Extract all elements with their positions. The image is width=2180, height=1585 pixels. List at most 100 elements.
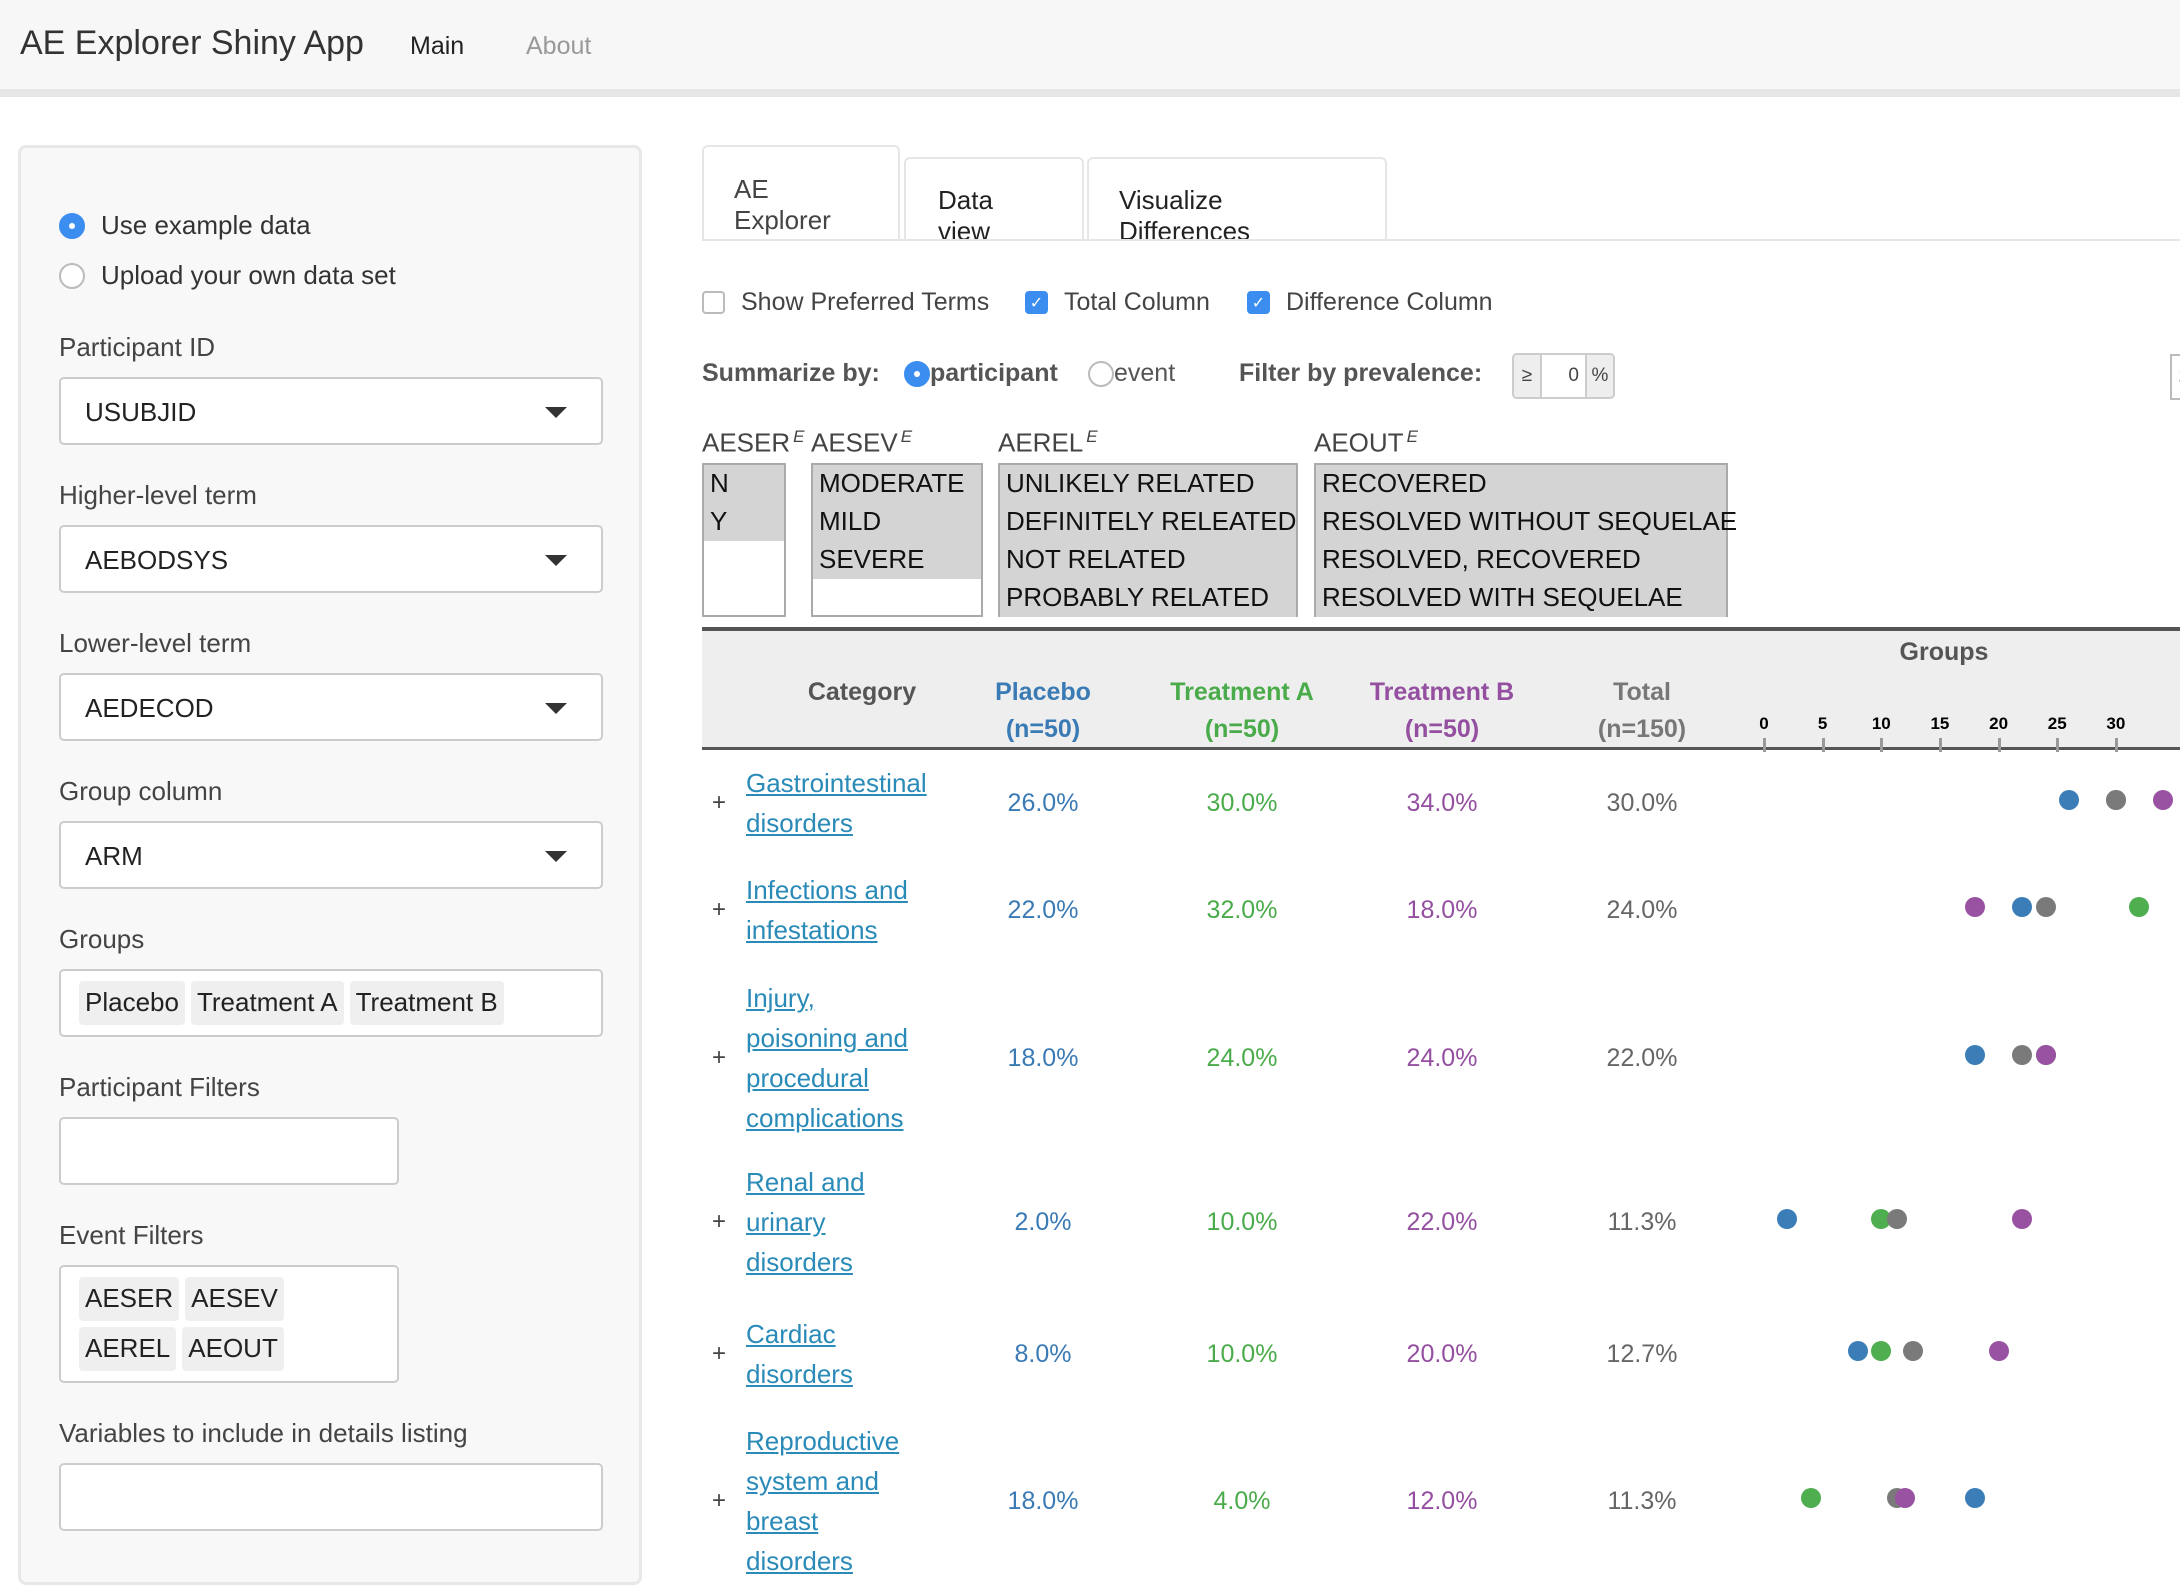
tab-ae-explorer[interactable]: AE Explorer bbox=[702, 145, 900, 241]
checkmark-icon[interactable]: ✓ bbox=[1247, 291, 1270, 314]
category-link[interactable]: Renal and urinary disorders bbox=[746, 1162, 865, 1282]
filter-option[interactable]: UNLIKELY RELATED bbox=[1000, 465, 1296, 503]
treatment-b-header[interactable]: Treatment B (n=50) bbox=[1362, 678, 1522, 744]
placebo-dot[interactable] bbox=[1965, 1045, 1986, 1065]
filter-option[interactable]: Y bbox=[704, 503, 784, 541]
radio-label: participant bbox=[930, 359, 1058, 387]
filter-option[interactable]: DEFINITELY RELEATED bbox=[1000, 503, 1296, 541]
filter-option[interactable]: RECOVERED bbox=[1316, 465, 1726, 503]
expand-row-icon[interactable]: + bbox=[712, 1487, 726, 1515]
placebo-dot[interactable] bbox=[1847, 1341, 1868, 1361]
treatment-b-dot[interactable] bbox=[2012, 1209, 2033, 1229]
prevalence-input[interactable]: 0 bbox=[1542, 355, 1585, 397]
treatment-a-dot[interactable] bbox=[2129, 897, 2150, 917]
filter-option[interactable]: PROBABLY RELATED bbox=[1000, 579, 1296, 617]
filter-option[interactable]: NOT RELATED bbox=[1000, 541, 1296, 579]
details-listing-input[interactable] bbox=[59, 1463, 603, 1531]
placebo-dot[interactable] bbox=[2012, 897, 2033, 917]
expand-row-icon[interactable]: + bbox=[712, 896, 726, 924]
radio-unselected-icon[interactable] bbox=[1088, 360, 1114, 387]
radio-selected-icon[interactable] bbox=[904, 360, 930, 387]
category-link[interactable]: Cardiac disorders bbox=[746, 1314, 853, 1394]
participant-id-select[interactable]: USUBJID bbox=[59, 377, 603, 445]
treatment-b-dot[interactable] bbox=[1965, 897, 1986, 917]
groups-multiselect[interactable]: Placebo Treatment A Treatment B bbox=[59, 969, 603, 1037]
aesev-filter-list[interactable]: MODERATE MILD SEVERE bbox=[811, 463, 983, 617]
total-header[interactable]: Total (n=150) bbox=[1562, 678, 1722, 744]
expand-row-icon[interactable]: + bbox=[712, 1044, 726, 1072]
table-header: Groups Category Placebo (n=50) Treatment … bbox=[702, 627, 2180, 752]
expand-row-icon[interactable]: + bbox=[712, 1340, 726, 1368]
expand-row-icon[interactable]: + bbox=[712, 789, 726, 817]
radio-use-example-data[interactable]: Use example data bbox=[59, 210, 311, 241]
group-chip[interactable]: Treatment B bbox=[349, 981, 504, 1025]
expand-row-icon[interactable]: + bbox=[712, 1208, 726, 1236]
groups-label: Groups bbox=[59, 924, 145, 954]
total-rate: 30.0% bbox=[1606, 789, 1678, 817]
treatment-a-dot[interactable] bbox=[1800, 1488, 1821, 1508]
category-link[interactable]: Injury, poisoning and procedural complicati… bbox=[746, 978, 908, 1138]
filter-option[interactable]: RESOLVED, RECOVERED bbox=[1316, 541, 1726, 579]
category-link[interactable]: Reproductive system and breast disorders bbox=[746, 1421, 899, 1581]
filter-option[interactable]: MODERATE bbox=[813, 465, 981, 503]
total-dot[interactable] bbox=[2012, 1045, 2033, 1065]
aeout-filter-list[interactable]: RECOVERED RESOLVED WITHOUT SEQUELAE RESO… bbox=[1314, 463, 1737, 617]
total-dot[interactable] bbox=[1886, 1209, 1907, 1229]
placebo-dot[interactable] bbox=[2058, 790, 2079, 810]
radio-unselected-icon[interactable] bbox=[59, 262, 85, 289]
radio-upload-data[interactable]: Upload your own data set bbox=[59, 260, 396, 291]
event-filter-chip[interactable]: AESEV bbox=[185, 1277, 284, 1321]
percent-icon: % bbox=[1585, 355, 1613, 397]
x-tick bbox=[1821, 738, 1825, 752]
category-link[interactable]: Infections and infestations bbox=[746, 870, 908, 950]
aeser-filter-list[interactable]: N Y bbox=[702, 463, 786, 617]
event-filter-chip[interactable]: AEREL bbox=[79, 1327, 177, 1371]
filter-option[interactable]: N bbox=[704, 465, 784, 503]
event-filter-chip[interactable]: AESER bbox=[79, 1277, 180, 1321]
checkbox-difference-column[interactable]: ✓ Difference Column bbox=[1247, 288, 1493, 317]
filter-option[interactable]: SEVERE bbox=[813, 541, 981, 579]
filter-option[interactable]: RESOLVED WITHOUT SEQUELAE bbox=[1316, 503, 1737, 541]
group-chip[interactable]: Treatment A bbox=[190, 981, 344, 1025]
nav-main[interactable]: Main bbox=[410, 32, 464, 61]
placebo-dot[interactable] bbox=[1777, 1209, 1798, 1229]
placebo-dot[interactable] bbox=[1965, 1488, 1986, 1508]
total-dot[interactable] bbox=[1902, 1341, 1923, 1361]
event-filter-chip[interactable]: AEOUT bbox=[182, 1327, 284, 1371]
nav-about[interactable]: About bbox=[526, 32, 591, 61]
event-filters-multiselect[interactable]: AESER AESEV AEREL AEOUT bbox=[59, 1265, 399, 1383]
treatment-b-dot[interactable] bbox=[1988, 1341, 2009, 1361]
checkbox-total-column[interactable]: ✓ Total Column bbox=[1025, 288, 1210, 317]
total-rate: 22.0% bbox=[1606, 1044, 1678, 1072]
radio-event[interactable]: event bbox=[1088, 359, 1175, 388]
lower-level-term-select[interactable]: AEDECOD bbox=[59, 673, 603, 741]
filter-option[interactable]: RESOLVED WITH SEQUELAE bbox=[1316, 579, 1726, 617]
total-dot[interactable] bbox=[2105, 790, 2126, 810]
prevalence-input-group: ≥ 0 % bbox=[1512, 353, 1615, 399]
treatment-b-dot[interactable] bbox=[1894, 1488, 1915, 1508]
checkbox-unchecked-icon[interactable] bbox=[702, 291, 725, 314]
treatment-a-header[interactable]: Treatment A (n=50) bbox=[1162, 678, 1322, 744]
radio-participant[interactable]: participant bbox=[904, 359, 1058, 388]
x-tick bbox=[1880, 738, 1884, 752]
treatment-b-dot[interactable] bbox=[2035, 1045, 2056, 1065]
group-chip[interactable]: Placebo bbox=[79, 981, 185, 1025]
category-link[interactable]: Gastrointestinal disorders bbox=[746, 763, 927, 843]
higher-level-term-select[interactable]: AEBODSYS bbox=[59, 525, 603, 593]
treatment-b-rate: 18.0% bbox=[1406, 896, 1478, 924]
participant-filters-input[interactable] bbox=[59, 1117, 399, 1185]
total-dot[interactable] bbox=[2035, 897, 2056, 917]
checkmark-icon[interactable]: ✓ bbox=[1025, 291, 1048, 314]
radio-selected-icon[interactable] bbox=[59, 212, 85, 239]
group-column-select[interactable]: ARM bbox=[59, 821, 603, 889]
tab-data-view[interactable]: Data view bbox=[904, 157, 1084, 246]
treatment-a-dot[interactable] bbox=[1871, 1341, 1892, 1361]
search-input[interactable]: S bbox=[2170, 354, 2180, 400]
aerel-filter-list[interactable]: UNLIKELY RELATED DEFINITELY RELEATED NOT… bbox=[998, 463, 1298, 617]
treatment-a-rate: 30.0% bbox=[1206, 789, 1278, 817]
filter-option[interactable]: MILD bbox=[813, 503, 981, 541]
checkbox-show-preferred-terms[interactable]: Show Preferred Terms bbox=[702, 288, 989, 317]
tab-visualize-differences[interactable]: Visualize Differences bbox=[1087, 157, 1387, 246]
treatment-b-dot[interactable] bbox=[2152, 790, 2173, 810]
placebo-header[interactable]: Placebo (n=50) bbox=[963, 678, 1123, 744]
